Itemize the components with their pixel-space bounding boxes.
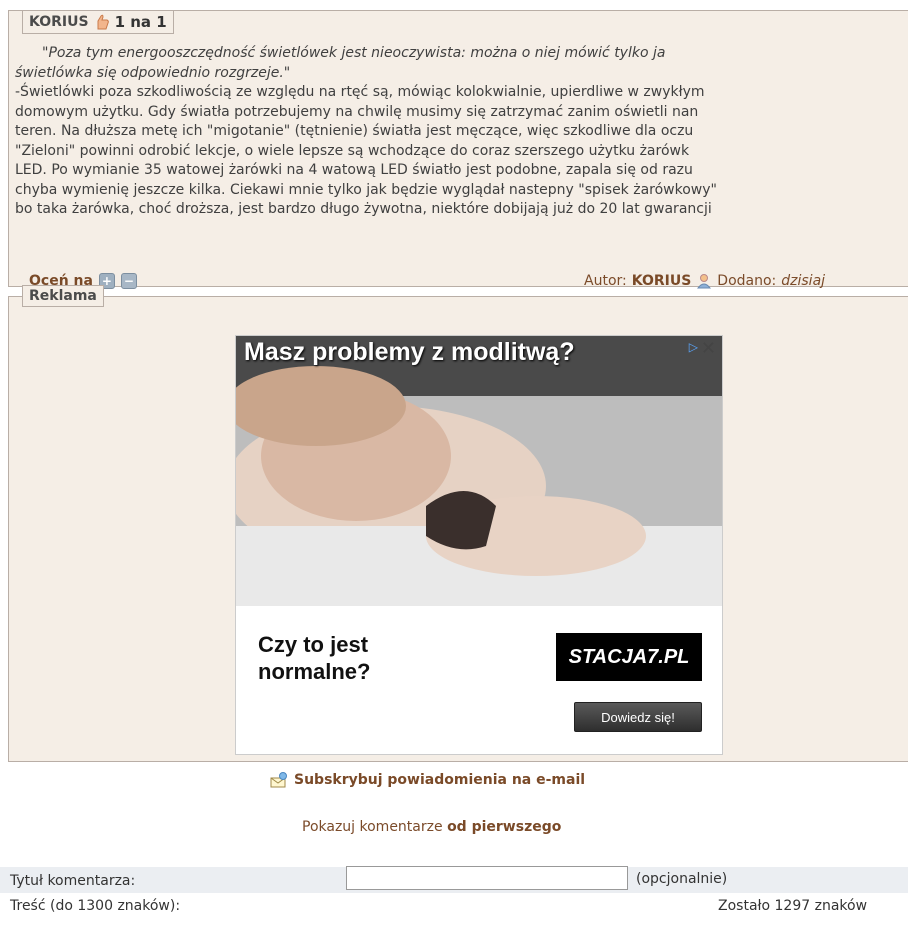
comment-header: KORIUS 1 na 1 [22, 11, 174, 34]
comment-line: -Świetlówki poza szkodliwością ze względ… [15, 84, 705, 100]
comment-score: 1 na 1 [114, 13, 167, 31]
optional-note: (opcjonalnie) [636, 871, 728, 887]
ad-photo[interactable] [236, 336, 722, 606]
user-icon [697, 274, 712, 289]
ad-cta-text[interactable]: Czy to jest normalne? [258, 631, 458, 685]
comment-body: "Poza tym energooszczędność świetlówek j… [15, 44, 908, 220]
comment-quote-line: świetlówka się odpowiednio rozgrzeje." [15, 64, 291, 81]
comment-line: bo taka żarówka, choć droższa, jest bard… [15, 201, 712, 217]
comment-box: KORIUS 1 na 1 "Poza tym energooszczędnoś… [8, 10, 908, 289]
comment-line: "Zieloni" powinni odrobić lekcje, o wiel… [15, 142, 690, 159]
comment-title-input[interactable] [346, 866, 628, 890]
order-prefix: Pokazuj komentarze [302, 819, 443, 835]
comment-line: domowym użytku. Gdy światła potrzebujemy… [15, 103, 699, 120]
author-label: Autor: [584, 273, 627, 289]
ad-legend: Reklama [22, 285, 104, 307]
comment-quote-line: "Poza tym energooszczędność świetlówek j… [42, 45, 666, 61]
comment-title-label: Tytuł komentarza: [10, 873, 136, 889]
ad-info-icon[interactable]: ▷ [689, 340, 698, 354]
comment-line: LED. Po wymianie 35 watowej żarówki na 4… [15, 162, 693, 178]
author-link[interactable]: KORIUS [632, 273, 692, 289]
ad-cta-button[interactable]: Dowiedz się! [574, 702, 702, 732]
added-date: dzisiaj [781, 273, 826, 289]
mail-icon [270, 772, 287, 788]
comment-order: Pokazuj komentarze od pierwszego [302, 819, 561, 835]
chars-remaining: Zostało 1297 znaków [718, 898, 868, 914]
comment-author[interactable]: KORIUS [29, 14, 89, 30]
subscribe-label[interactable]: Subskrybuj powiadomienia na e-mail [294, 772, 585, 788]
advertisement[interactable]: Masz problemy z modlitwą? ▷ ✕ Czy to jes… [235, 335, 723, 755]
order-link[interactable]: od pierwszego [447, 819, 561, 835]
thumb-hand-icon [97, 14, 109, 30]
comment-line: chyba wymienię jeszcze kilka. Ciekawi mn… [15, 181, 717, 198]
comment-line: teren. Na dłuższa metę ich "migotanie" (… [15, 123, 694, 139]
rate-minus-icon[interactable]: − [120, 273, 137, 289]
subscribe-link[interactable]: Subskrybuj powiadomienia na e-mail [270, 772, 585, 788]
ad-close-icon[interactable]: ✕ [701, 338, 716, 359]
comment-body-label: Treść (do 1300 znaków): [10, 898, 181, 914]
ad-headline[interactable]: Masz problemy z modlitwą? [244, 338, 575, 367]
added-label: Dodano: [717, 273, 777, 289]
comment-meta: Autor: KORIUS Dodano: dzisiaj [584, 273, 825, 289]
ad-brand-logo[interactable]: STACJA7.PL [556, 633, 702, 681]
ad-photo-illustration [236, 336, 722, 606]
ad-section: Reklama Masz problemy z modlitwą? ▷ ✕ Cz… [8, 285, 908, 762]
